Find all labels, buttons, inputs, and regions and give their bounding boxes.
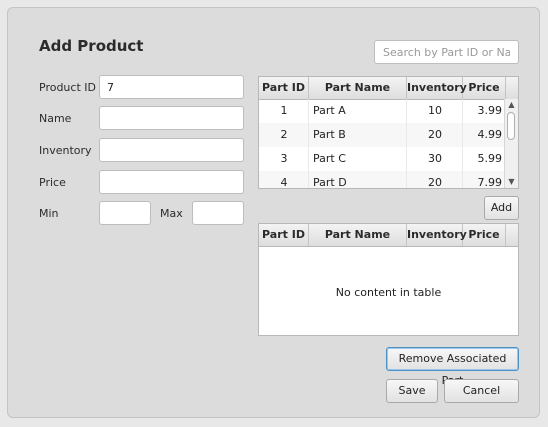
column-divider — [462, 99, 463, 188]
parts-table-header: Part ID Part Name Inventory Price — [259, 77, 518, 100]
scroll-down-icon[interactable]: ▼ — [505, 177, 518, 187]
associated-table-header: Part ID Part Name Inventory Price — [259, 224, 518, 247]
table-row[interactable]: 4 Part D 20 7.99 — [259, 171, 506, 189]
price-field[interactable] — [99, 170, 244, 194]
cell-price: 5.99 — [477, 152, 503, 165]
scrollbar-thumb[interactable] — [507, 112, 515, 140]
column-header-price[interactable]: Price — [463, 77, 506, 99]
vertical-scrollbar[interactable]: ▲ ▼ — [504, 99, 518, 188]
cell-part-name: Part C — [313, 152, 346, 165]
cell-part-name: Part A — [313, 104, 346, 117]
column-header-part-id[interactable]: Part ID — [259, 77, 309, 99]
min-field[interactable] — [99, 201, 151, 225]
cell-inventory: 30 — [428, 152, 442, 165]
cell-part-id: 4 — [280, 176, 288, 189]
cell-part-id: 3 — [280, 152, 288, 165]
price-label: Price — [39, 176, 66, 189]
associated-parts-table[interactable]: Part ID Part Name Inventory Price No con… — [258, 223, 519, 336]
cell-part-name: Part D — [313, 176, 347, 189]
cell-part-id: 2 — [280, 128, 288, 141]
column-header-price[interactable]: Price — [463, 224, 506, 246]
search-input[interactable] — [374, 40, 519, 64]
cell-price: 7.99 — [477, 176, 503, 189]
parts-table[interactable]: Part ID Part Name Inventory Price 1 Part… — [258, 76, 519, 189]
inventory-field[interactable] — [99, 138, 244, 162]
column-header-part-name[interactable]: Part Name — [309, 77, 407, 99]
page-title: Add Product — [39, 37, 144, 55]
column-divider — [308, 99, 309, 188]
column-header-inventory[interactable]: Inventory — [407, 77, 467, 99]
scroll-up-icon[interactable]: ▲ — [505, 100, 518, 110]
cell-inventory: 20 — [428, 128, 442, 141]
add-button[interactable]: Add — [484, 196, 519, 220]
min-label: Min — [39, 207, 59, 220]
cell-part-id: 1 — [280, 104, 288, 117]
table-row[interactable]: 2 Part B 20 4.99 — [259, 123, 506, 147]
max-label: Max — [160, 207, 183, 220]
cell-price: 3.99 — [477, 104, 503, 117]
table-row[interactable]: 3 Part C 30 5.99 — [259, 147, 506, 171]
column-header-part-name[interactable]: Part Name — [309, 224, 407, 246]
cell-part-name: Part B — [313, 128, 346, 141]
max-field[interactable] — [192, 201, 244, 225]
cell-inventory: 20 — [428, 176, 442, 189]
column-header-part-id[interactable]: Part ID — [259, 224, 309, 246]
product-id-field[interactable] — [99, 75, 244, 99]
column-header-inventory[interactable]: Inventory — [407, 224, 467, 246]
cell-price: 4.99 — [477, 128, 503, 141]
remove-associated-part-button[interactable]: Remove Associated Part — [386, 347, 519, 387]
product-id-label: Product ID — [39, 81, 96, 94]
inventory-label: Inventory — [39, 144, 92, 157]
empty-table-placeholder: No content in table — [335, 286, 442, 299]
cell-inventory: 10 — [428, 104, 442, 117]
name-field[interactable] — [99, 106, 244, 130]
name-label: Name — [39, 112, 72, 125]
table-row[interactable]: 1 Part A 10 3.99 — [259, 99, 506, 123]
column-divider — [406, 99, 407, 188]
cancel-button[interactable]: Cancel — [444, 379, 519, 403]
save-button[interactable]: Save — [386, 379, 438, 403]
